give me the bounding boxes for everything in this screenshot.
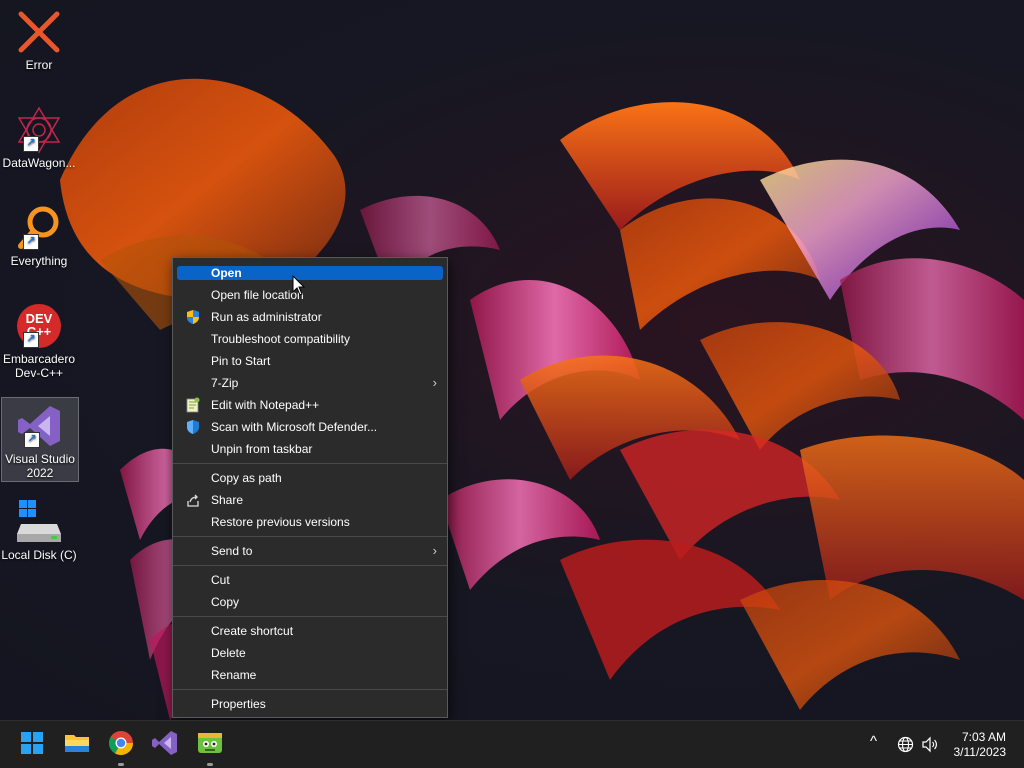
desktop-icon-label: Visual Studio 2022 (5, 452, 75, 480)
menu-item-label: Open file location (211, 288, 304, 302)
desktop-icon-label: Local Disk (C) (1, 548, 77, 562)
clock-date: 3/11/2023 (953, 745, 1007, 759)
globe-icon[interactable] (897, 736, 914, 756)
desktop-icon-label: Everything (10, 254, 68, 268)
desktop-icon-label: Error (25, 58, 53, 72)
desktop-wallpaper (0, 0, 1024, 720)
menu-item-rename[interactable]: Rename (177, 664, 443, 686)
error-x-icon (15, 8, 63, 56)
menu-item-pin-to-start[interactable]: Pin to Start (177, 350, 443, 372)
menu-item-delete[interactable]: Delete (177, 642, 443, 664)
menu-item-copy[interactable]: Copy (177, 591, 443, 613)
menu-item-copy-as-path[interactable]: Copy as path (177, 467, 443, 489)
chevron-right-icon: › (432, 543, 437, 558)
everything-search-icon: ↗ (15, 204, 63, 252)
desktop-icon-datawagon[interactable]: ↗ DataWagon... (0, 102, 78, 170)
folder-icon (65, 735, 89, 752)
notepadpp-icon (185, 397, 201, 413)
desktop-icon-devcpp[interactable]: DEV C++ ↗ Embarcadero Dev-C++ (0, 298, 78, 380)
menu-item-label: Delete (211, 646, 246, 660)
visual-studio-icon (152, 731, 177, 755)
menu-item-label: Copy as path (211, 471, 282, 485)
clock-time: 7:03 AM (961, 730, 1006, 744)
shortcut-arrow-icon: ↗ (23, 332, 39, 348)
menu-item-run-as-administrator[interactable]: Run as administrator (177, 306, 443, 328)
desktop-icon-label: Embarcadero Dev-C++ (2, 352, 76, 380)
shortcut-arrow-icon: ↗ (23, 234, 39, 250)
menu-separator (173, 463, 447, 464)
menu-item-7zip[interactable]: 7-Zip › (177, 372, 443, 394)
menu-separator (173, 536, 447, 537)
menu-item-label: Run as administrator (211, 310, 322, 324)
shortcut-arrow-icon: ↗ (23, 136, 39, 152)
menu-item-unpin-from-taskbar[interactable]: Unpin from taskbar (177, 438, 443, 460)
uac-shield-icon (185, 309, 201, 325)
green-app-icon (198, 733, 222, 753)
chrome-icon (108, 731, 133, 756)
menu-item-label: Rename (211, 668, 257, 682)
menu-item-properties[interactable]: Properties (177, 693, 443, 715)
speaker-icon[interactable] (921, 736, 939, 756)
mouse-cursor-icon (292, 274, 306, 302)
menu-item-edit-with-notepadpp[interactable]: Edit with Notepad++ (177, 394, 443, 416)
menu-item-label: Open (211, 266, 242, 280)
menu-item-cut[interactable]: Cut (177, 569, 443, 591)
menu-separator (173, 565, 447, 566)
context-menu: Open Open file location Run as administr… (172, 257, 448, 718)
chevron-right-icon: › (432, 375, 437, 390)
desktop-icon-label: DataWagon... (2, 156, 76, 170)
local-disk-icon (15, 498, 63, 546)
menu-item-label: Restore previous versions (211, 515, 350, 529)
menu-item-label: Troubleshoot compatibility (211, 332, 350, 346)
visual-studio-icon: ↗ (16, 402, 64, 450)
menu-item-restore-previous-versions[interactable]: Restore previous versions (177, 511, 443, 533)
menu-item-create-shortcut[interactable]: Create shortcut (177, 620, 443, 642)
menu-item-label: Share (211, 493, 244, 507)
taskbar-clock[interactable]: 7:03 AM 3/11/2023 (954, 730, 1007, 760)
menu-item-send-to[interactable]: Send to › (177, 540, 443, 562)
share-icon (185, 492, 201, 508)
menu-item-label: Unpin from taskbar (211, 442, 313, 456)
desktop-icon-local-disk[interactable]: Local Disk (C) (0, 494, 78, 562)
menu-item-open-file-location[interactable]: Open file location (177, 284, 443, 306)
taskbar-green-app[interactable] (196, 729, 224, 757)
taskbar: ^ 7:03 AM 3/11/2023 (0, 720, 1024, 768)
menu-separator (173, 689, 447, 690)
menu-item-label: Pin to Start (211, 354, 271, 368)
windows-logo-icon (21, 732, 43, 754)
menu-item-label: Edit with Notepad++ (211, 398, 320, 412)
menu-item-label: Cut (211, 573, 230, 587)
datawagon-icon: ↗ (15, 106, 63, 154)
taskbar-chrome[interactable] (107, 729, 135, 757)
desktop-icon-error[interactable]: Error (0, 4, 78, 72)
menu-item-label: Scan with Microsoft Defender... (211, 420, 378, 434)
menu-item-scan-with-defender[interactable]: Scan with Microsoft Defender... (177, 416, 443, 438)
defender-icon (185, 419, 201, 435)
menu-item-troubleshoot-compatibility[interactable]: Troubleshoot compatibility (177, 328, 443, 350)
menu-separator (173, 616, 447, 617)
tray-overflow-chevron[interactable]: ^ (870, 733, 877, 750)
menu-item-share[interactable]: Share (177, 489, 443, 511)
taskbar-visual-studio[interactable] (151, 729, 179, 757)
shortcut-arrow-icon: ↗ (24, 432, 40, 448)
desktop-icon-everything[interactable]: ↗ Everything (0, 200, 78, 268)
desktop-icon-visual-studio[interactable]: ↗ Visual Studio 2022 (1, 397, 79, 482)
running-indicator (118, 763, 124, 766)
menu-item-label: Properties (211, 697, 266, 711)
menu-item-open[interactable]: Open (177, 266, 443, 280)
menu-item-label: 7-Zip (211, 376, 239, 390)
menu-item-label: Create shortcut (211, 624, 294, 638)
menu-item-label: Copy (211, 595, 240, 609)
menu-item-label: Send to (211, 544, 253, 558)
start-button[interactable] (18, 729, 46, 757)
running-indicator (207, 763, 213, 766)
taskbar-file-explorer[interactable] (63, 729, 91, 757)
devcpp-icon: DEV C++ ↗ (15, 302, 63, 350)
